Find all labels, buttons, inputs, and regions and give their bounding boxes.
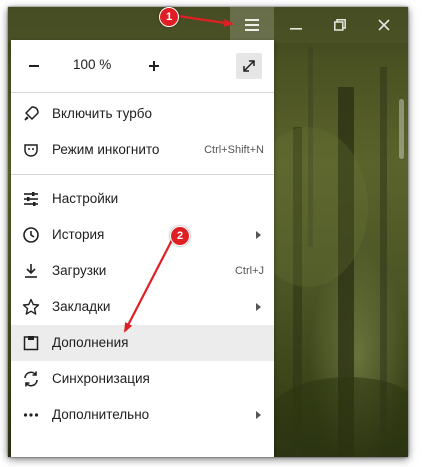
menu-item-label: Синхронизация (52, 371, 150, 386)
menu-item-label: Закладки (52, 299, 111, 314)
menu-item-label: Дополнительно (52, 407, 150, 422)
rocket-icon (22, 105, 40, 123)
addons-icon (22, 334, 40, 352)
menu-item-more[interactable]: Дополнительно (11, 397, 274, 433)
menu-item-incognito[interactable]: Режим инкогнито Ctrl+Shift+N (11, 132, 274, 168)
sliders-icon (22, 190, 40, 208)
menu-item-label: Включить турбо (52, 106, 152, 121)
star-icon (22, 298, 40, 316)
menu-item-label: Дополнения (52, 335, 129, 350)
menu-toggle-button[interactable] (230, 7, 274, 43)
plus-icon (149, 61, 159, 71)
submenu-arrow-icon (256, 231, 261, 239)
more-dots-icon (22, 406, 40, 424)
fullscreen-icon (243, 60, 255, 72)
shortcut-hint: Ctrl+J (234, 265, 264, 277)
menu-group-tools: Настройки История Загрузки Ctrl+J Заклад… (11, 175, 274, 433)
annotation-marker-1: 1 (159, 7, 179, 27)
menu-item-turbo[interactable]: Включить турбо (11, 96, 274, 132)
zoom-level: 100 % (73, 57, 112, 72)
menu-group-modes: Включить турбо Режим инкогнито Ctrl+Shif… (11, 93, 274, 174)
main-menu: 100 % Включить турбо Режим инкогнито Ctr… (11, 40, 274, 457)
scrollbar[interactable] (399, 99, 404, 159)
menu-item-label: Режим инкогнито (52, 142, 160, 157)
submenu-arrow-icon (256, 411, 261, 419)
download-icon (22, 262, 40, 280)
menu-item-label: Загрузки (52, 263, 107, 278)
minimize-icon (290, 28, 302, 30)
menu-item-settings[interactable]: Настройки (11, 181, 274, 217)
zoom-row: 100 % (11, 40, 274, 92)
hamburger-icon (245, 19, 259, 31)
menu-item-label: История (52, 227, 105, 242)
fullscreen-button[interactable] (236, 53, 262, 79)
menu-item-sync[interactable]: Синхронизация (11, 361, 274, 397)
minimize-button[interactable] (274, 7, 318, 43)
sync-icon (22, 370, 40, 388)
clock-icon (22, 226, 40, 244)
zoom-out-button[interactable] (22, 54, 46, 78)
menu-item-label: Настройки (52, 191, 119, 206)
menu-item-addons[interactable]: Дополнения (11, 325, 274, 361)
zoom-in-button[interactable] (142, 54, 166, 78)
incognito-mask-icon (22, 141, 40, 159)
menu-item-downloads[interactable]: Загрузки Ctrl+J (11, 253, 274, 289)
submenu-arrow-icon (256, 303, 261, 311)
shortcut-hint: Ctrl+Shift+N (204, 144, 264, 156)
minus-icon (29, 65, 39, 67)
browser-window: 100 % Включить турбо Режим инкогнито Ctr… (8, 7, 408, 457)
close-icon (378, 19, 390, 31)
close-button[interactable] (362, 7, 406, 43)
restore-button[interactable] (318, 7, 362, 43)
title-bar (8, 7, 408, 43)
restore-icon (334, 19, 346, 31)
menu-item-history[interactable]: История (11, 217, 274, 253)
annotation-marker-2: 2 (170, 226, 190, 246)
menu-item-bookmarks[interactable]: Закладки (11, 289, 274, 325)
